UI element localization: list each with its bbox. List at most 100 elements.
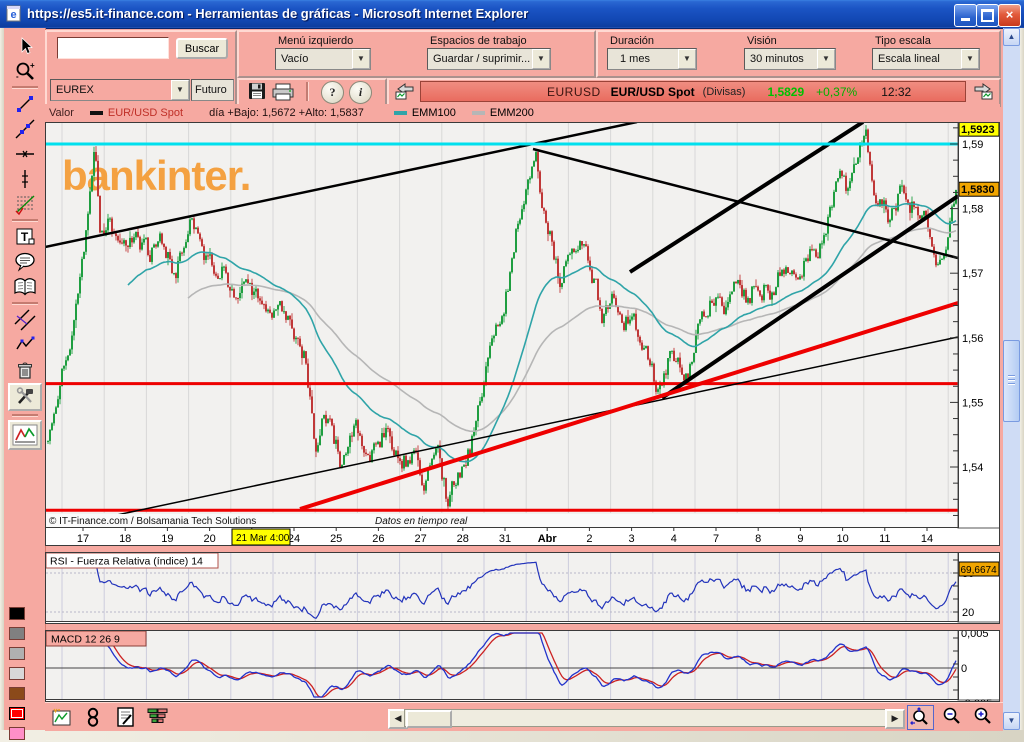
hscrollbar-thumb[interactable] (406, 710, 452, 728)
quote-strip[interactable]: EURUSD EUR/USD Spot (Divisas) 1,5829 +0,… (420, 81, 966, 102)
legend-series: EUR/USD Spot (107, 107, 184, 119)
zigzag-tool[interactable] (10, 333, 40, 357)
document-icon[interactable] (115, 706, 137, 728)
drawing-tools-sidebar: + - T (4, 28, 46, 740)
parallel-channel-tool[interactable] (10, 308, 40, 332)
chevron-down-icon[interactable]: ▼ (961, 49, 979, 69)
extended-line-tool[interactable] (10, 117, 40, 141)
help-button[interactable]: ? (321, 81, 344, 104)
zoom-tool[interactable]: + - (10, 59, 40, 83)
chevron-down-icon[interactable]: ▼ (532, 49, 550, 69)
svg-text:69,6674: 69,6674 (961, 565, 998, 576)
espacios-select[interactable]: Guardar / suprimir... ▼ (427, 48, 551, 70)
restore-button[interactable] (976, 4, 999, 27)
espacios-label: Espacios de trabajo (430, 35, 527, 47)
date-tick-label: 9 (797, 533, 803, 545)
vision-select[interactable]: 30 minutos ▼ (744, 48, 836, 70)
tipo-escala-value: Escala lineal (878, 53, 940, 65)
title-bar[interactable]: e https://es5.it-finance.com - Herramien… (0, 0, 1024, 29)
close-button[interactable]: × (998, 4, 1021, 27)
palette-color[interactable] (9, 667, 25, 680)
chevron-down-icon[interactable]: ▼ (352, 49, 370, 69)
new-chart-icon[interactable] (50, 707, 72, 727)
quote-change: +0,37% (816, 84, 858, 99)
internet-explorer-page-icon: e (6, 5, 21, 22)
price-tick-label: 1,57 (962, 268, 983, 280)
fibonacci-tool[interactable] (10, 192, 40, 216)
pan-zoom-button[interactable] (907, 705, 934, 730)
date-tick-label: 14 (921, 533, 933, 545)
date-tick-label: 3 (629, 533, 635, 545)
date-tick-label: 28 (457, 533, 469, 545)
price-chart-canvas[interactable]: bankinter.© IT-Finance.com / Bolsamania … (45, 122, 1000, 546)
rsi-panel-canvas[interactable]: RSI - Fuerza Relativa (índice) 14802069,… (45, 552, 1000, 624)
copyright-note: © IT-Finance.com / Bolsamania Tech Solut… (49, 516, 256, 527)
compare-icon[interactable] (85, 706, 101, 728)
quote-symbol: EURUSD (547, 84, 601, 99)
zoom-in-button[interactable] (970, 705, 995, 728)
sidebar-divider (11, 219, 38, 222)
next-chart-icon[interactable] (970, 81, 996, 100)
comment-tool[interactable] (10, 250, 40, 274)
macd-panel-canvas[interactable]: MACD 12 26 90,0050-0,005 (45, 630, 1000, 702)
notebook-tool[interactable] (10, 275, 40, 299)
instrument-value: Futuro (195, 84, 227, 96)
search-input[interactable] (57, 37, 169, 59)
svg-text:21 Mar 4:00: 21 Mar 4:00 (236, 533, 290, 544)
svg-text:+: + (30, 61, 35, 70)
chevron-down-icon[interactable]: ▼ (171, 80, 189, 100)
date-tick-label: 26 (372, 533, 384, 545)
zoom-out-button[interactable] (939, 705, 964, 728)
date-tick-label: 19 (161, 533, 173, 545)
search-panel: Buscar EUREX ▼ Futuro (45, 30, 237, 107)
date-tick-label: 4 (671, 533, 677, 545)
price-tick-label: 1,59 (962, 139, 983, 151)
hscrollbar-track[interactable] (404, 709, 887, 728)
horizontal-ray-tool[interactable] (10, 142, 40, 166)
cursor-tool[interactable] (10, 34, 40, 58)
info-button[interactable]: i (349, 81, 372, 104)
date-tick-label: 17 (77, 533, 89, 545)
print-icon[interactable] (272, 82, 296, 101)
menu-izquierdo-value: Vacío (281, 53, 309, 65)
chevron-down-icon[interactable]: ▼ (817, 49, 835, 69)
sidebar-divider (11, 414, 38, 417)
chevron-down-icon[interactable]: ▼ (678, 49, 696, 69)
palette-color[interactable] (9, 627, 25, 640)
palette-color[interactable] (9, 707, 25, 720)
minimize-button[interactable] (954, 4, 977, 27)
vscroll-down-arrow[interactable]: ▼ (1003, 712, 1020, 730)
window-title: https://es5.it-finance.com - Herramienta… (27, 6, 529, 21)
menu-izquierdo-select[interactable]: Vacío ▼ (275, 48, 371, 70)
delete-tool[interactable] (10, 358, 40, 382)
tipo-escala-select[interactable]: Escala lineal ▼ (872, 48, 980, 70)
duracion-select[interactable]: 1 mes ▼ (607, 48, 697, 70)
hscroll-right-arrow[interactable]: ▶ (885, 709, 905, 729)
previous-chart-icon[interactable] (393, 81, 417, 100)
vscrollbar-track[interactable]: ▲ ▼ (1003, 28, 1020, 730)
palette-color[interactable] (9, 647, 25, 660)
view-settings-panel: Duración 1 mes ▼ Visión 30 minutos ▼ Tip… (596, 30, 1001, 78)
svg-text:-: - (16, 72, 19, 81)
palette-color[interactable] (9, 727, 25, 740)
quote-price: 1,5829 (767, 84, 805, 99)
vertical-line-tool[interactable] (10, 167, 40, 191)
window-frame-bottom (0, 730, 1024, 742)
vision-label: Visión (747, 35, 777, 47)
search-button[interactable]: Buscar (176, 38, 228, 59)
quote-name: EUR/USD Spot (610, 84, 695, 99)
price-tick-label: 1,55 (962, 397, 983, 409)
price-tick-label: 1,56 (962, 333, 983, 345)
market-depth-icon[interactable] (145, 706, 171, 728)
segment-tool[interactable] (10, 92, 40, 116)
vscroll-up-arrow[interactable]: ▲ (1003, 28, 1020, 46)
palette-color[interactable] (9, 687, 25, 700)
indicator-chart-tool[interactable] (7, 420, 42, 450)
exchange-select[interactable]: EUREX ▼ (50, 79, 190, 101)
vscrollbar-thumb[interactable] (1003, 340, 1020, 422)
settings-tool[interactable] (7, 383, 42, 411)
save-icon[interactable] (248, 82, 267, 100)
text-tool[interactable]: T (10, 225, 40, 249)
palette-color[interactable] (9, 607, 25, 620)
instrument-select[interactable]: Futuro (191, 79, 234, 101)
